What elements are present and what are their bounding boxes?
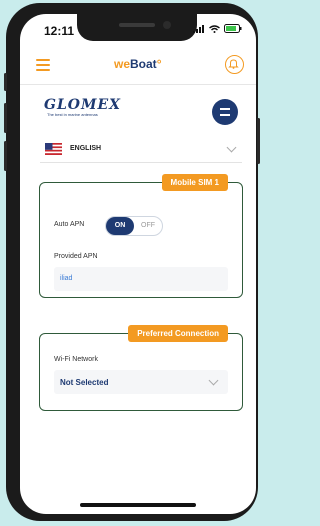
glomex-logo: GLOMEX <box>44 97 122 113</box>
status-time: 12:11 <box>44 24 75 38</box>
status-icons <box>193 24 242 33</box>
app-logo: weBoat° <box>114 57 162 71</box>
chevron-down-icon <box>226 142 237 153</box>
glomex-tagline: The best in marine antennas <box>47 112 98 117</box>
auto-apn-label: Auto APN <box>54 221 85 228</box>
mobile-sim-title: Mobile SIM 1 <box>161 174 228 191</box>
provided-apn-label: Provided APN <box>54 253 98 260</box>
app-logo-boat: Boat <box>130 57 157 71</box>
mute-switch <box>4 73 7 91</box>
speaker <box>119 23 155 27</box>
home-indicator[interactable] <box>80 503 196 507</box>
chevron-down-icon <box>208 375 219 386</box>
auto-apn-toggle[interactable]: ON OFF <box>105 216 163 236</box>
preferred-connection-card: Preferred Connection Wi-Fi Network Not S… <box>39 325 243 411</box>
wifi-network-value: Not Selected <box>60 378 109 387</box>
wifi-network-label: Wi-Fi Network <box>54 356 98 363</box>
toggle-off[interactable]: OFF <box>136 217 160 235</box>
signal-icon <box>193 24 204 33</box>
notch <box>77 14 197 41</box>
language-selector[interactable]: ENGLISH <box>40 136 242 163</box>
volume-up-button <box>4 103 7 133</box>
provided-apn-value: iliad <box>60 275 73 282</box>
phone-frame: 12:11 weBoat° GLOMEX The best in marine … <box>4 3 260 521</box>
preferred-connection-title: Preferred Connection <box>128 325 228 342</box>
menu-button[interactable] <box>212 99 238 125</box>
provided-apn-field[interactable]: iliad <box>54 267 228 291</box>
power-button <box>257 118 260 164</box>
mobile-sim-card: Mobile SIM 1 Auto APN ON OFF Provided AP… <box>39 174 243 298</box>
app-screen: 12:11 weBoat° GLOMEX The best in marine … <box>20 14 256 514</box>
app-logo-we: we <box>114 57 131 71</box>
wifi-network-select[interactable]: Not Selected <box>54 370 228 394</box>
volume-down-button <box>4 141 7 171</box>
camera <box>163 21 171 29</box>
app-header: weBoat° <box>20 46 256 85</box>
battery-icon <box>224 24 242 33</box>
wifi-icon <box>209 24 220 33</box>
app-logo-mark: ° <box>156 57 162 71</box>
toggle-on[interactable]: ON <box>106 217 134 235</box>
bell-icon[interactable] <box>225 55 244 74</box>
language-label: ENGLISH <box>70 145 102 152</box>
us-flag-icon <box>45 143 62 155</box>
hamburger-icon[interactable] <box>36 59 50 71</box>
